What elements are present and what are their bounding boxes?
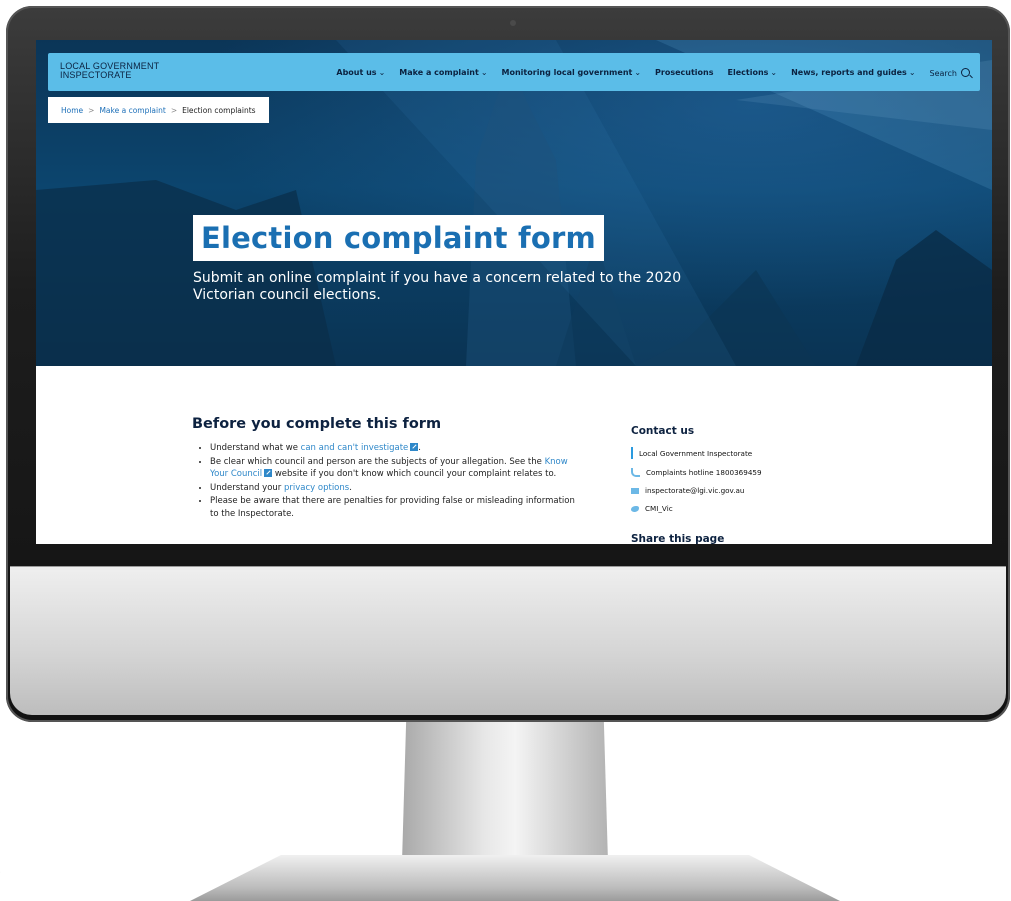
breadcrumb: Home > Make a complaint > Election compl… — [48, 97, 269, 123]
page-content: Before you complete this form Understand… — [36, 366, 992, 544]
page-title-box: Election complaint form — [193, 215, 604, 261]
chevron-down-icon: ⌄ — [908, 67, 916, 77]
monitor-stand-foot — [190, 855, 840, 901]
page-subtitle: Submit an online complaint if you have a… — [193, 270, 682, 303]
privacy-options-link[interactable]: privacy options — [284, 483, 349, 493]
contact-heading: Contact us — [631, 425, 695, 437]
breadcrumb-separator: > — [88, 105, 95, 115]
logo-line-2: INSPECTORATE — [60, 70, 132, 80]
nav-item-prosecutions[interactable]: Prosecutions — [655, 68, 713, 77]
marker-bar-icon — [631, 447, 633, 459]
contact-email[interactable]: inspectorate@lgi.vic.gov.au — [631, 486, 831, 495]
email-icon — [631, 487, 639, 494]
monitor-chin — [10, 566, 1006, 715]
page-title: Election complaint form — [201, 221, 596, 255]
breadcrumb-current: Election complaints — [182, 105, 256, 115]
list-item-text: . — [349, 482, 352, 493]
contact-sidebar: Contact us Local Government Inspectorate… — [631, 425, 831, 522]
search-icon — [961, 67, 970, 77]
list-item-text: Understand what we — [210, 443, 301, 453]
investigate-link[interactable]: can and can't investigate — [301, 443, 409, 453]
nav-item-label: Elections — [727, 67, 769, 77]
contact-org: Local Government Inspectorate — [631, 447, 831, 459]
instructions-list: Understand what we can and can't investi… — [192, 442, 582, 520]
contact-hotline[interactable]: Complaints hotline 1800369459 — [631, 468, 831, 477]
nav-item-monitoring[interactable]: Monitoring local government ⌄ — [502, 68, 642, 77]
browser-screen: LOCAL GOVERNMENT INSPECTORATE About us ⌄ … — [36, 40, 992, 544]
breadcrumb-separator: > — [170, 105, 178, 115]
nav-item-label: News, reports and guides — [791, 67, 907, 77]
nav-item-news-reports[interactable]: News, reports and guides ⌄ — [791, 68, 915, 77]
list-item: Understand your privacy options. — [210, 482, 582, 495]
share-heading: Share this page — [631, 533, 725, 544]
nav-item-label: About us — [336, 67, 377, 77]
monitor-stand-neck — [402, 722, 608, 862]
contact-twitter[interactable]: CMI_Vic — [631, 504, 831, 513]
chevron-down-icon: ⌄ — [378, 67, 386, 77]
nav-item-elections[interactable]: Elections ⌄ — [728, 68, 778, 77]
contact-twitter-text: CMI_Vic — [645, 504, 673, 513]
nav-item-label: Make a complaint — [399, 67, 479, 77]
caption-text: orm — [0, 866, 1, 880]
external-link-icon — [410, 443, 419, 451]
twitter-icon — [631, 505, 639, 512]
camera-dot — [510, 20, 516, 26]
list-item-text: Understand your — [210, 482, 284, 493]
chevron-down-icon: ⌄ — [770, 67, 778, 77]
list-item: Please be aware that there are penalties… — [210, 495, 582, 520]
contact-email-text: inspectorate@lgi.vic.gov.au — [645, 486, 745, 495]
search-button[interactable]: Search — [930, 67, 970, 78]
list-item-text: Be clear which council and person are th… — [210, 456, 545, 467]
contact-org-text: Local Government Inspectorate — [639, 448, 753, 458]
nav-item-make-a-complaint[interactable]: Make a complaint ⌄ — [399, 68, 487, 77]
breadcrumb-make-a-complaint-link[interactable]: Make a complaint — [99, 106, 165, 115]
list-item: Be clear which council and person are th… — [210, 456, 582, 481]
list-item-text: . — [418, 443, 421, 453]
nav-menu: About us ⌄ Make a complaint ⌄ Monitoring l… — [336, 53, 970, 91]
breadcrumb-home-link[interactable]: Home — [61, 106, 83, 115]
chevron-down-icon: ⌄ — [634, 67, 642, 77]
external-link-icon — [264, 469, 273, 477]
top-navigation: LOCAL GOVERNMENT INSPECTORATE About us ⌄ … — [48, 53, 980, 91]
chevron-down-icon: ⌄ — [480, 67, 488, 77]
phone-icon — [631, 468, 640, 477]
nav-item-about-us[interactable]: About us ⌄ — [336, 68, 385, 77]
nav-item-label: Monitoring local government — [501, 67, 633, 77]
nav-item-label: Prosecutions — [655, 67, 714, 77]
search-label: Search — [929, 68, 957, 78]
list-item: Understand what we can and can't investi… — [210, 442, 582, 455]
contact-hotline-text: Complaints hotline 1800369459 — [646, 468, 762, 477]
site-logo[interactable]: LOCAL GOVERNMENT INSPECTORATE — [60, 62, 159, 80]
main-column: Before you complete this form Understand… — [192, 416, 582, 521]
section-heading: Before you complete this form — [192, 416, 442, 432]
list-item-text: website if you don't know which council … — [272, 469, 557, 479]
hero-banner: LOCAL GOVERNMENT INSPECTORATE About us ⌄ … — [36, 40, 992, 366]
